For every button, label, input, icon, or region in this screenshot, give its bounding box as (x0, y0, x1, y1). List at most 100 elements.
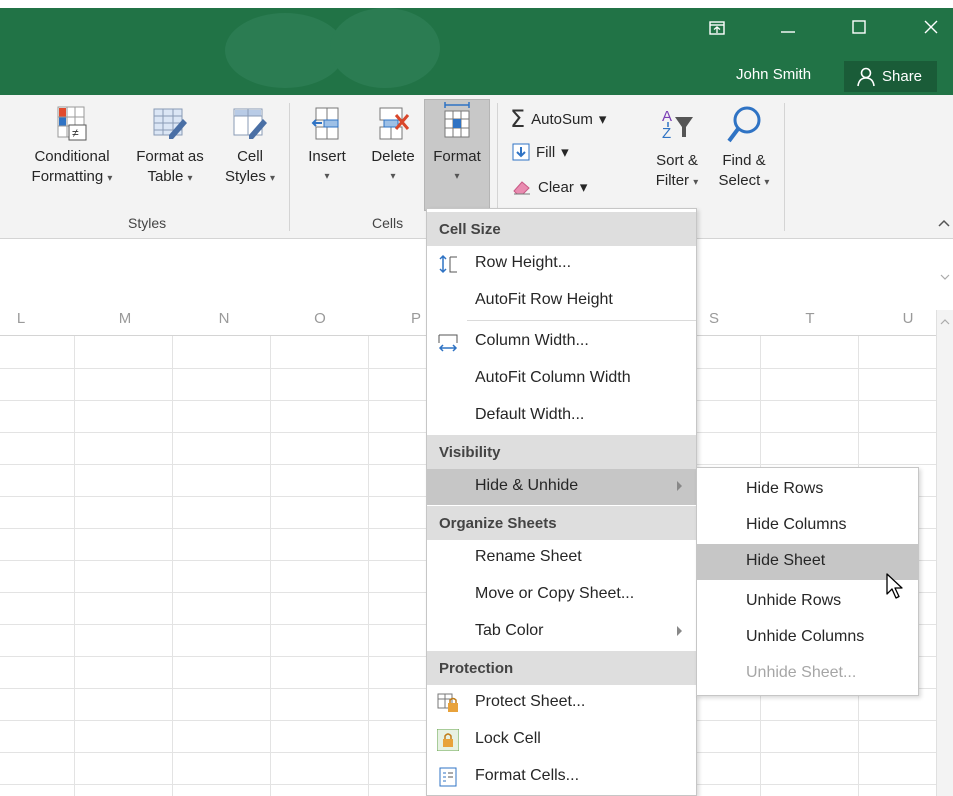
title-bar-decoration (225, 13, 345, 88)
column-header[interactable]: M (95, 310, 155, 327)
grid-line (74, 336, 75, 796)
close-icon[interactable] (916, 19, 946, 40)
autosum-label: AutoSum (531, 110, 593, 128)
svg-text:≠: ≠ (72, 126, 79, 140)
submenu-item-unhide-sheet: Unhide Sheet... (697, 656, 918, 692)
menu-item-default-width[interactable]: Default Width... (427, 398, 696, 434)
insert-label: Insert (308, 148, 346, 165)
submenu-item-unhide-columns[interactable]: Unhide Columns (697, 620, 918, 656)
rename-sheet-label: Rename Sheet (475, 548, 582, 565)
eraser-icon (513, 181, 530, 195)
clear-button[interactable]: Clear ▾ (512, 178, 587, 196)
dropdown-arrow-icon: ▾ (454, 171, 460, 182)
menu-item-protect-sheet[interactable]: Protect Sheet... (427, 685, 696, 721)
sort-filter-label-1: Sort & (656, 152, 698, 169)
menu-item-move-copy-sheet[interactable]: Move or Copy Sheet... (427, 577, 696, 613)
dropdown-arrow-icon: ▾ (764, 177, 770, 188)
submenu-item-hide-columns[interactable]: Hide Columns (697, 508, 918, 544)
format-as-table-icon (151, 105, 189, 143)
autofit-column-width-label: AutoFit Column Width (475, 369, 631, 386)
menu-section-cell-size: Cell Size (427, 212, 696, 246)
menu-item-format-cells[interactable]: Format Cells... (427, 759, 696, 795)
share-person-icon (857, 67, 875, 86)
hide-unhide-label: Hide & Unhide (475, 477, 579, 494)
menu-item-hide-unhide[interactable]: Hide & Unhide (427, 469, 696, 505)
cell-styles-button[interactable]: Cell Styles ▾ (218, 105, 282, 189)
format-as-table-label-2: Table (147, 168, 184, 185)
user-name[interactable]: John Smith (736, 66, 811, 83)
format-button[interactable]: Format ▾ (424, 101, 490, 187)
format-cells-dialog-icon (439, 767, 457, 787)
fill-label: Fill (536, 143, 556, 161)
dropdown-arrow-icon: ▾ (598, 111, 607, 128)
autosum-icon: Σ (510, 105, 526, 133)
dropdown-arrow-icon: ▾ (107, 173, 113, 184)
format-dropdown-menu: Cell Size Row Height... AutoFit Row Heig… (426, 208, 697, 796)
fill-button[interactable]: Fill ▾ (512, 143, 569, 161)
menu-item-autofit-row-height[interactable]: AutoFit Row Height (427, 283, 696, 319)
dropdown-arrow-icon: ▾ (324, 171, 330, 182)
column-header[interactable]: L (6, 310, 36, 327)
grid-line (270, 336, 271, 796)
share-label: Share (882, 68, 923, 85)
submenu-arrow-icon (677, 481, 682, 491)
autosum-button[interactable]: Σ AutoSum ▾ (510, 105, 606, 133)
hide-sheet-label: Hide Sheet (746, 552, 826, 569)
menu-separator (467, 320, 696, 321)
maximize-icon[interactable] (844, 19, 874, 40)
conditional-formatting-label-1: Conditional (34, 148, 110, 165)
find-select-label-1: Find & (722, 152, 766, 169)
unhide-columns-label: Unhide Columns (746, 628, 865, 645)
dropdown-arrow-icon: ▾ (579, 179, 588, 196)
sort-filter-icon: AZ (658, 105, 696, 147)
sort-filter-label-2: Filter (655, 172, 690, 189)
menu-item-rename-sheet[interactable]: Rename Sheet (427, 540, 696, 576)
column-width-label: Column Width... (475, 332, 589, 349)
vertical-scrollbar[interactable] (936, 310, 953, 796)
menu-section-protection: Protection (427, 651, 696, 685)
tab-color-label: Tab Color (475, 622, 544, 639)
clear-label: Clear (538, 178, 574, 196)
share-button[interactable]: Share (844, 61, 937, 92)
dropdown-arrow-icon: ▾ (561, 144, 569, 161)
column-header[interactable]: T (780, 310, 840, 327)
styles-group-label: Styles (128, 215, 167, 231)
format-as-table-label-1: Format as (136, 148, 204, 165)
menu-item-row-height[interactable]: Row Height... (427, 246, 696, 282)
find-select-button[interactable]: Find & Select ▾ (708, 105, 780, 193)
menu-item-tab-color[interactable]: Tab Color (427, 614, 696, 650)
column-header[interactable]: N (194, 310, 254, 327)
cell-styles-icon (231, 105, 269, 143)
svg-text:Z: Z (662, 125, 671, 142)
grid-line (368, 336, 369, 796)
column-header[interactable]: O (290, 310, 350, 327)
insert-button[interactable]: Insert ▾ (296, 105, 358, 187)
dropdown-arrow-icon: ▾ (270, 173, 276, 184)
format-label: Format (433, 148, 481, 165)
conditional-formatting-button[interactable]: ≠ Conditional Formatting ▾ (22, 105, 122, 189)
conditional-formatting-icon: ≠ (55, 105, 89, 143)
minimize-icon[interactable] (773, 22, 803, 43)
hide-rows-label: Hide Rows (746, 480, 824, 497)
format-as-table-button[interactable]: Format as Table ▾ (128, 105, 212, 189)
dropdown-arrow-icon: ▾ (693, 177, 699, 188)
collapse-ribbon-icon[interactable] (938, 217, 950, 231)
row-height-label: Row Height... (475, 254, 572, 271)
menu-item-column-width[interactable]: Column Width... (427, 324, 696, 360)
fill-down-icon (512, 143, 530, 161)
expand-formula-bar-icon[interactable] (940, 266, 950, 285)
ribbon-display-options-icon[interactable] (702, 19, 732, 40)
format-cells-icon (439, 101, 475, 143)
find-select-label-2: Select (718, 172, 761, 189)
scroll-up-icon[interactable] (937, 314, 953, 330)
menu-item-lock-cell[interactable]: Lock Cell (427, 722, 696, 758)
column-header[interactable]: U (878, 310, 938, 327)
delete-button[interactable]: Delete ▾ (362, 105, 424, 187)
title-bar: John Smith Share (0, 8, 953, 95)
menu-item-autofit-column-width[interactable]: AutoFit Column Width (427, 361, 696, 397)
protect-sheet-label: Protect Sheet... (475, 693, 586, 710)
menu-section-organize-sheets: Organize Sheets (427, 506, 696, 540)
submenu-item-hide-rows[interactable]: Hide Rows (697, 472, 918, 508)
sort-filter-button[interactable]: AZ Sort & Filter ▾ (646, 105, 708, 193)
format-cells-label: Format Cells... (475, 767, 580, 784)
